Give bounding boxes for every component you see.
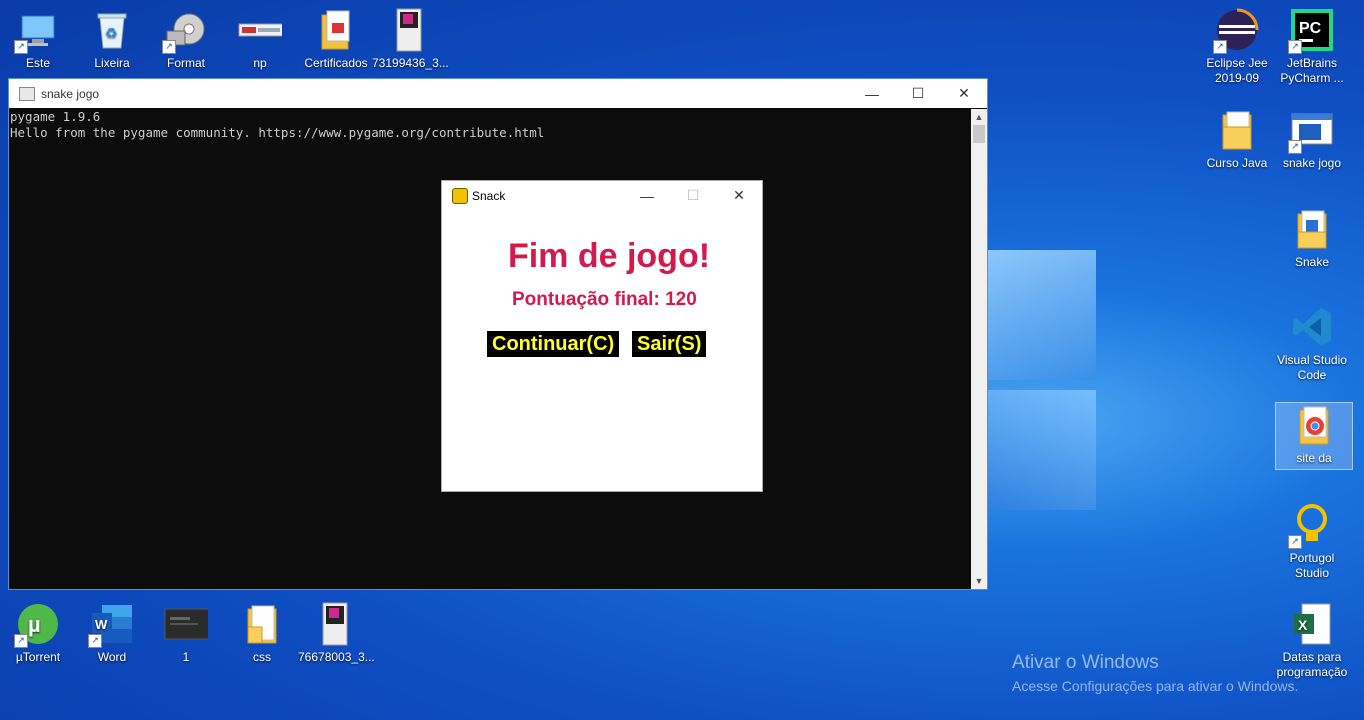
desktop-icon-image-73199436[interactable]: 73199436_3... [372, 8, 449, 71]
desktop-icon-label: Format [166, 56, 205, 70]
desktop-icon-word[interactable]: W ↗ Word [74, 602, 150, 665]
svg-text:PC: PC [1299, 20, 1322, 37]
scroll-up-arrow-icon[interactable]: ▲ [971, 109, 987, 125]
snake-jogo-shortcut-icon: ↗ [1288, 108, 1334, 154]
image-file-icon [314, 602, 358, 646]
lightbulb-icon: ↗ [1288, 503, 1334, 549]
desktop-icon-np[interactable]: np [222, 8, 298, 71]
desktop-icon-label: snake jogo [1282, 156, 1342, 170]
word-icon: W ↗ [88, 602, 134, 648]
certificados-folder-icon [314, 8, 358, 52]
wallpaper-light-ray [986, 390, 1096, 510]
desktop-icon-utorrent[interactable]: µ ↗ µTorrent [0, 602, 76, 665]
desktop-icon-label: site da [1296, 451, 1332, 465]
desktop-icon-format[interactable]: ↗ Format [148, 8, 224, 71]
desktop-icon-vscode[interactable]: Visual Studio Code [1274, 305, 1350, 383]
desktop-icon-this-pc[interactable]: ↗ Este [0, 8, 76, 71]
continue-button[interactable]: Continuar(C) [487, 331, 620, 357]
game-window-title: Snack [472, 188, 506, 203]
game-over-heading: Fim de jogo! [507, 237, 711, 275]
snake-folder-icon [1290, 207, 1334, 251]
desktop-icon-pycharm[interactable]: PC ↗ JetBrains PyCharm ... [1274, 8, 1350, 86]
scroll-down-arrow-icon[interactable]: ▼ [971, 573, 987, 589]
desktop-icon-curso-java[interactable]: Curso Java [1199, 108, 1275, 171]
scrollbar-thumb[interactable] [973, 125, 985, 143]
maximize-button: ☐ [686, 187, 700, 203]
final-score: Pontuação final: 120 [512, 289, 697, 310]
css-folder-icon [240, 602, 284, 646]
folder-icon [1215, 108, 1259, 152]
desktop-icon-label: Curso Java [1206, 156, 1268, 170]
desktop-icon-recycle-bin[interactable]: ♻ Lixeira [74, 8, 150, 71]
desktop-icon-site-da[interactable]: site da [1275, 402, 1353, 470]
desktop-icon-image-76678003[interactable]: 76678003_3... [298, 602, 375, 665]
desktop-icon-video-1[interactable]: 1 [148, 602, 224, 665]
console-app-icon [19, 86, 35, 101]
console-titlebar[interactable]: snake jogo — ☐ ✕ [9, 79, 987, 108]
minimize-button[interactable]: — [849, 79, 895, 108]
svg-text:W: W [95, 617, 108, 632]
activation-watermark: Ativar o Windows Acesse Configurações pa… [1012, 652, 1298, 694]
format-shortcut-icon: ↗ [162, 8, 208, 54]
eclipse-icon: ↗ [1213, 8, 1259, 54]
desktop-icon-snake[interactable]: Snake [1274, 207, 1350, 270]
desktop-icon-certificados[interactable]: Certificados [298, 8, 374, 71]
exit-button[interactable]: Sair(S) [632, 331, 707, 357]
utorrent-icon: µ ↗ [14, 602, 60, 648]
svg-text:X: X [1298, 617, 1308, 633]
game-window[interactable]: Snack — ☐ ✕ Fim de jogo! Pontuação final… [441, 180, 763, 492]
desktop-icon-label: 76678003_3... [298, 650, 375, 664]
recycle-bin-icon: ♻ [90, 8, 134, 52]
desktop-icon-label: Este [25, 56, 50, 70]
desktop-icon-label: np [253, 56, 267, 70]
desktop-icon-label: css [253, 650, 271, 664]
video-file-icon [164, 602, 208, 646]
watermark-title: Ativar o Windows [1012, 652, 1159, 673]
image-file-icon [388, 8, 432, 52]
vscode-icon [1290, 305, 1334, 349]
wallpaper-light-ray [986, 250, 1096, 380]
desktop-icon-label: µTorrent [15, 650, 61, 664]
desktop-icon-label: Eclipse Jee 2019-09 [1206, 56, 1268, 85]
pygame-snake-icon [452, 187, 468, 204]
maximize-button[interactable]: ☐ [895, 79, 941, 108]
desktop-icon-label: 1 [182, 650, 190, 664]
desktop-icon-css[interactable]: css [224, 602, 300, 665]
svg-text:µ: µ [28, 612, 41, 637]
desktop-icon-label: Portugol Studio [1289, 551, 1335, 580]
excel-icon: X [1290, 602, 1334, 646]
minimize-button[interactable]: — [624, 181, 670, 210]
desktop-icon-label: Word [97, 650, 127, 664]
desktop-icon-eclipse[interactable]: ↗ Eclipse Jee 2019-09 [1199, 8, 1275, 86]
desktop-icon-label: 73199436_3... [372, 56, 449, 70]
desktop-icon-snake-jogo[interactable]: ↗ snake jogo [1274, 108, 1350, 171]
pycharm-icon: PC ↗ [1288, 8, 1334, 54]
console-window-title: snake jogo [41, 86, 100, 101]
this-pc-icon: ↗ [14, 8, 60, 54]
desktop-icon-label: Certificados [304, 56, 368, 70]
desktop-icon-label: Lixeira [94, 56, 130, 70]
close-button[interactable]: ✕ [941, 79, 987, 108]
console-scrollbar[interactable]: ▲ ▼ [971, 109, 987, 589]
svg-text:♻: ♻ [105, 25, 118, 41]
np-file-icon [238, 8, 282, 52]
chrome-folder-icon [1292, 403, 1336, 447]
desktop-icon-portugol[interactable]: ↗ Portugol Studio [1274, 503, 1350, 581]
desktop-icon-label: Snake [1294, 255, 1330, 269]
close-button[interactable]: ✕ [716, 181, 762, 210]
desktop-icon-label: Visual Studio Code [1277, 353, 1347, 382]
desktop-icon-label: JetBrains PyCharm ... [1280, 56, 1344, 85]
watermark-subtitle: Acesse Configurações para ativar o Windo… [1012, 678, 1299, 694]
game-titlebar[interactable]: Snack — ☐ ✕ [442, 181, 762, 210]
